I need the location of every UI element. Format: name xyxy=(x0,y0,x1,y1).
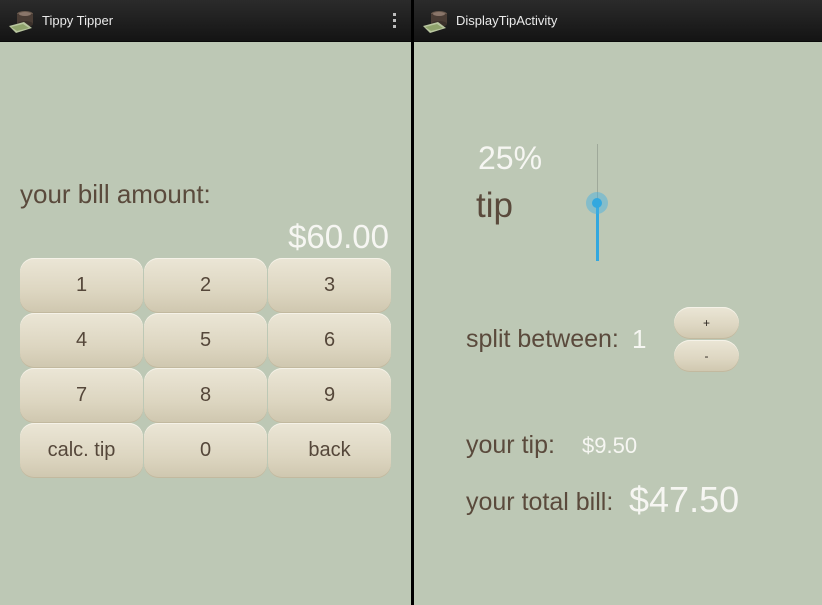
app-title: Tippy Tipper xyxy=(42,13,114,28)
back-button[interactable]: back xyxy=(268,423,391,478)
key-8[interactable]: 8 xyxy=(144,368,267,423)
key-4[interactable]: 4 xyxy=(20,313,143,368)
key-9[interactable]: 9 xyxy=(268,368,391,423)
key-7[interactable]: 7 xyxy=(20,368,143,423)
action-bar: DisplayTipActivity xyxy=(414,0,822,42)
your-tip-value: $9.50 xyxy=(582,433,638,458)
tip-jar-icon xyxy=(423,11,447,33)
decrease-split-button[interactable]: - xyxy=(674,340,739,372)
increase-split-button[interactable]: + xyxy=(674,307,739,339)
tip-jar-icon xyxy=(9,11,33,33)
app-title: DisplayTipActivity xyxy=(456,13,558,28)
tippy-tipper-screen: Tippy Tipper your bill amount: $60.00 1 … xyxy=(0,0,411,605)
tip-percent-value: 25% xyxy=(478,140,543,176)
key-3[interactable]: 3 xyxy=(268,258,391,313)
total-bill-value: $47.50 xyxy=(629,479,740,520)
key-0[interactable]: 0 xyxy=(144,423,267,478)
total-bill-label: your total bill: xyxy=(466,488,614,516)
key-5[interactable]: 5 xyxy=(144,313,267,368)
slider-thumb[interactable] xyxy=(592,198,602,208)
tip-percent-slider[interactable] xyxy=(586,144,608,261)
key-2[interactable]: 2 xyxy=(144,258,267,313)
key-1[interactable]: 1 xyxy=(20,258,143,313)
your-tip-label: your tip: xyxy=(466,431,555,459)
split-count-value: 1 xyxy=(632,324,647,354)
bill-amount-label: your bill amount: xyxy=(20,179,211,209)
bill-amount-value: $60.00 xyxy=(288,218,389,255)
action-bar: Tippy Tipper xyxy=(0,0,411,42)
overflow-menu-icon[interactable] xyxy=(393,13,397,28)
calc-tip-button[interactable]: calc. tip xyxy=(20,423,143,478)
split-between-label: split between: xyxy=(466,325,619,353)
key-6[interactable]: 6 xyxy=(268,313,391,368)
keypad: 1 2 3 4 5 6 7 8 9 calc. tip 0 back xyxy=(20,258,391,478)
tip-label: tip xyxy=(476,186,513,225)
display-tip-screen: DisplayTipActivity 25% tip split between… xyxy=(414,0,822,605)
